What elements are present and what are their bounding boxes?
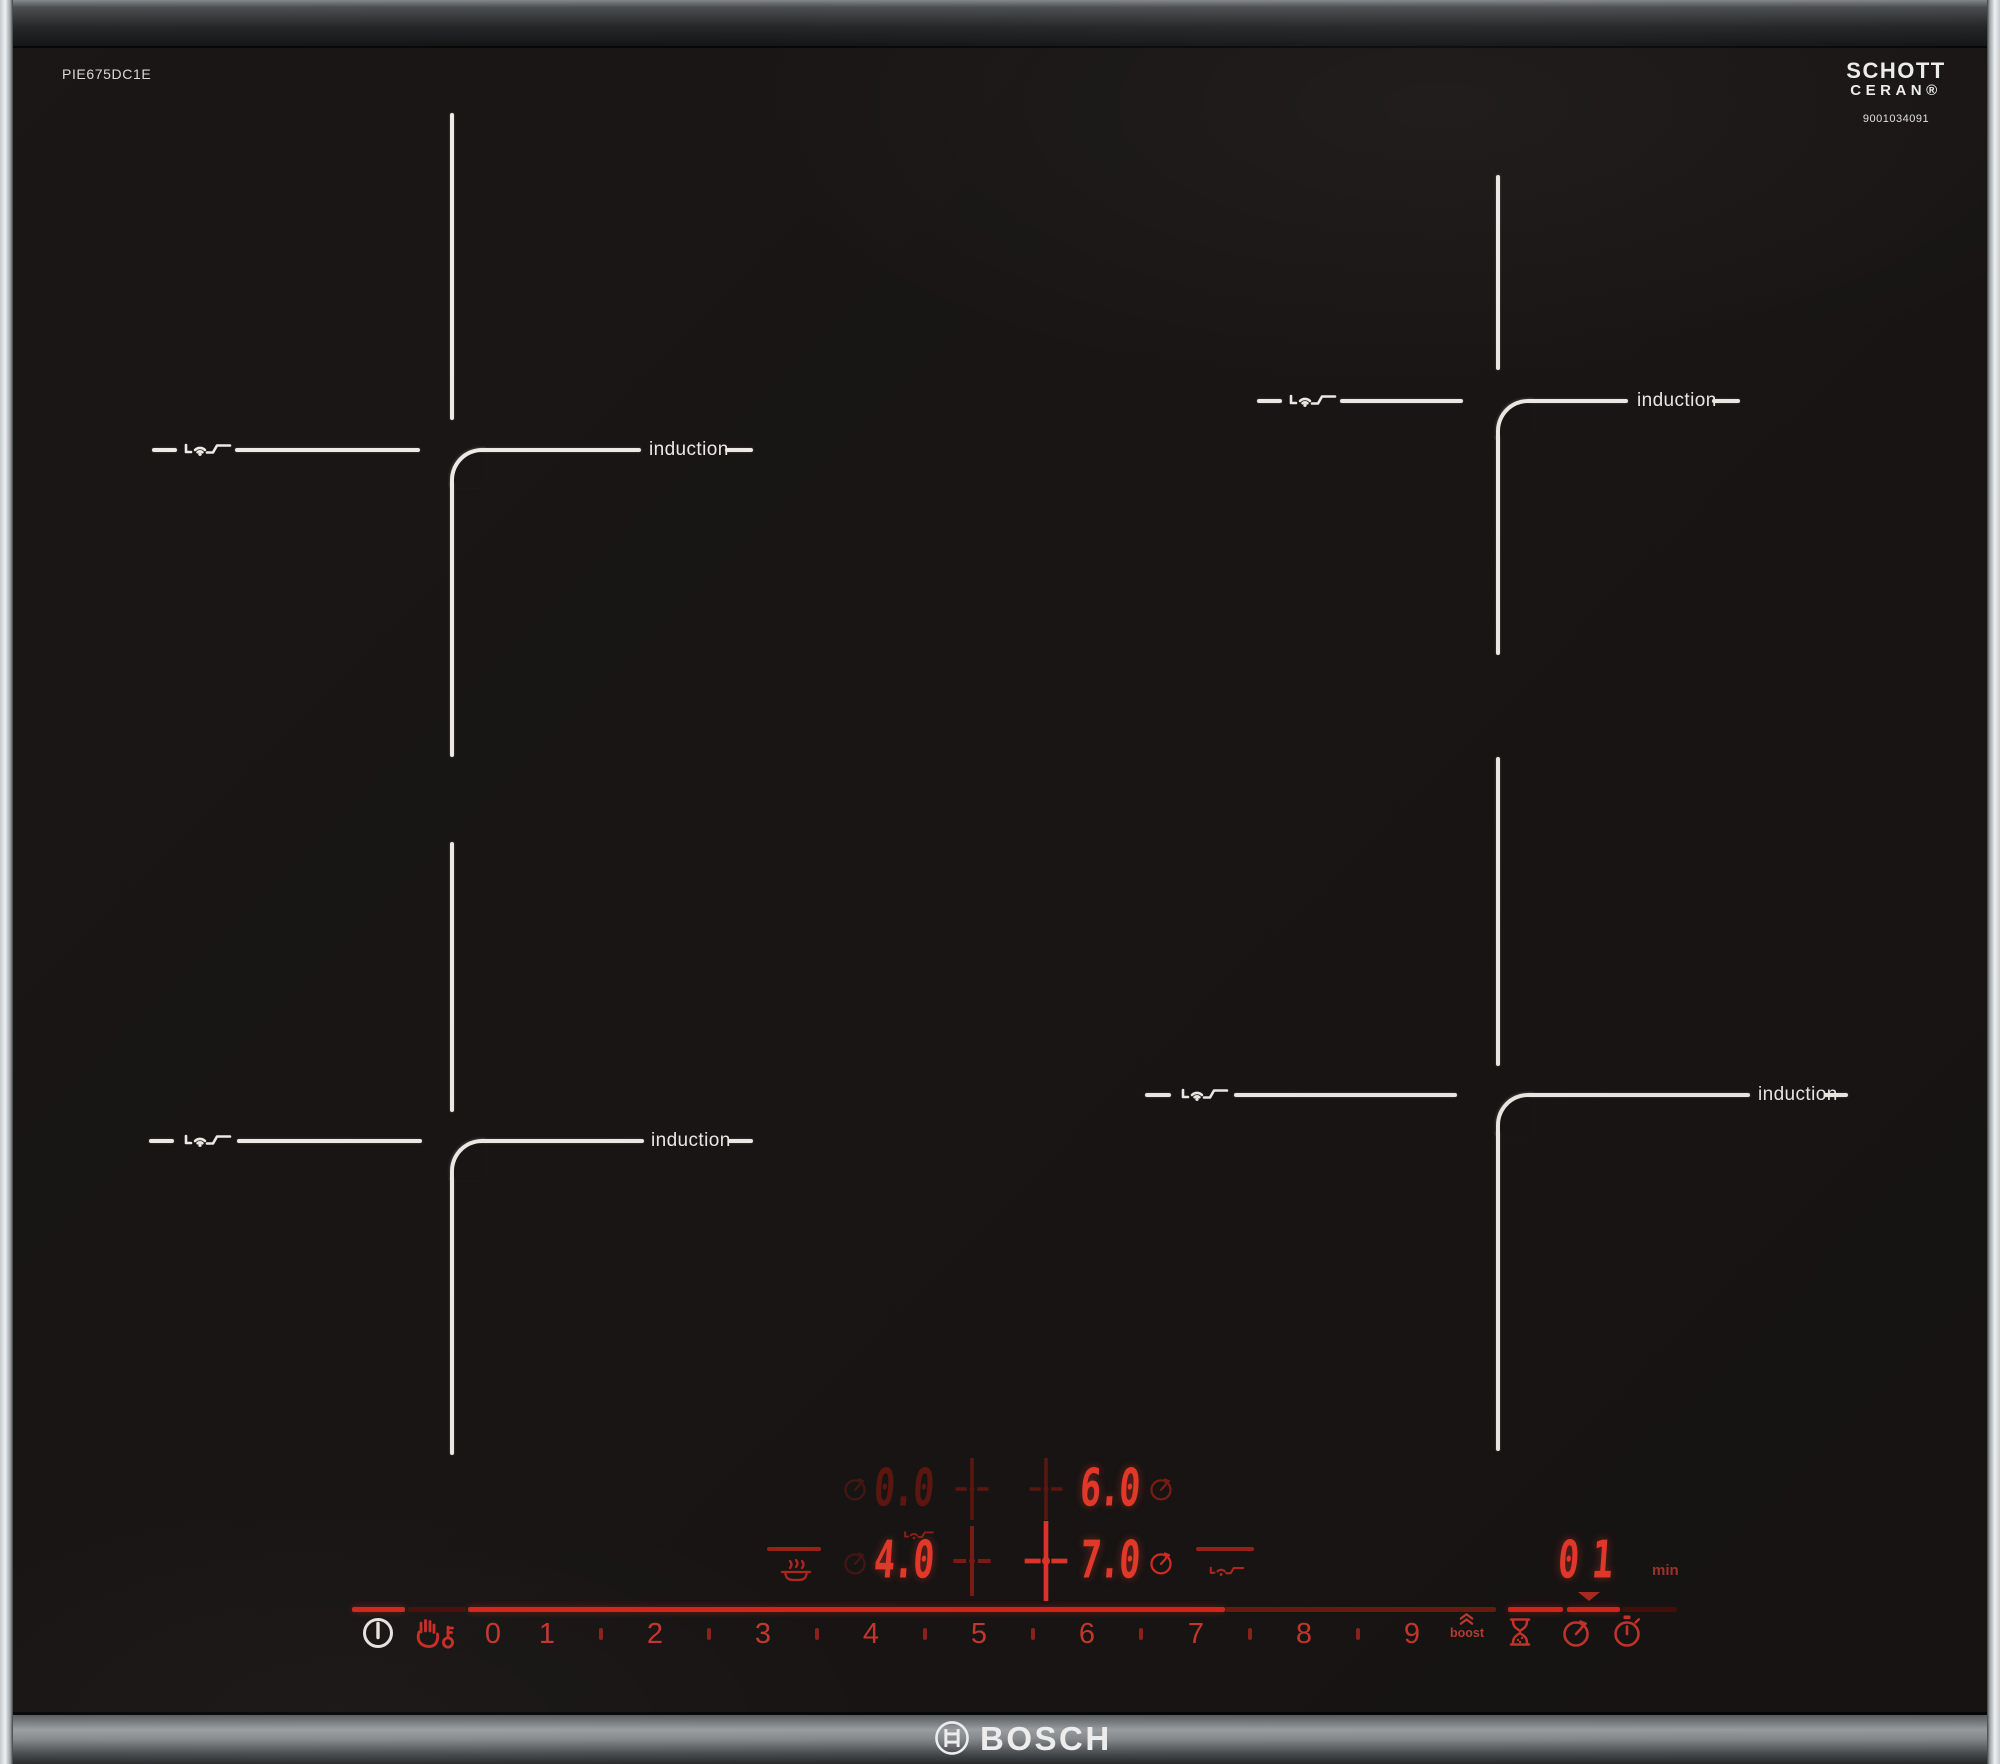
pan-detection-icon [1179, 1085, 1231, 1104]
timer-unit-label: min [1652, 1562, 1679, 1579]
slider-level-2[interactable]: 2 [635, 1616, 675, 1652]
timer-clock-icon [842, 1476, 868, 1502]
slider-tick[interactable] [1139, 1628, 1143, 1640]
top-bezel [0, 0, 2000, 48]
zone-level-display: 6.0 [1078, 1463, 1140, 1515]
zone-marking-corner [450, 1139, 486, 1181]
slider-level-6[interactable]: 6 [1067, 1616, 1107, 1652]
slider-tick[interactable] [923, 1628, 927, 1640]
control-bar-segment [352, 1607, 405, 1612]
zone-select-cross[interactable] [942, 1526, 1002, 1596]
slider-tick[interactable] [707, 1628, 711, 1640]
down-triangle-icon [1578, 1592, 1600, 1601]
pan-detection-icon [1208, 1564, 1246, 1578]
zone-marking-line [237, 1139, 422, 1143]
control-bar-segment [1567, 1607, 1620, 1612]
zone-marking-line [480, 448, 641, 452]
pan-detection-icon [183, 440, 233, 459]
zone-label: induction [1637, 390, 1717, 412]
slider-bar-inactive[interactable] [1225, 1607, 1496, 1612]
slider-level-9[interactable]: 9 [1392, 1616, 1432, 1652]
power-icon[interactable] [361, 1616, 395, 1650]
slider-tick[interactable] [815, 1628, 819, 1640]
keep-warm-line [767, 1547, 821, 1551]
control-bar-segment [408, 1607, 466, 1612]
timer-clock-icon [842, 1550, 868, 1576]
zone-marking-line [480, 1139, 644, 1143]
slider-tick[interactable] [599, 1628, 603, 1640]
hand-key-icon[interactable] [411, 1615, 457, 1652]
zone-marking-line [1496, 757, 1500, 1066]
zone-marking-line [1257, 399, 1282, 403]
zone-marking-line [1824, 1093, 1848, 1097]
model-number: PIE675DC1E [62, 66, 151, 82]
timer-clock-icon [1148, 1476, 1174, 1502]
control-bar-segment [1622, 1607, 1677, 1612]
pan-line [1196, 1547, 1254, 1551]
schott-logo-line1: SCHOTT [1826, 60, 1966, 82]
slider-level-5[interactable]: 5 [959, 1616, 999, 1652]
zone-marking-line [725, 448, 753, 452]
timer-display: 01 [1556, 1535, 1628, 1587]
zone-marking-line [1496, 435, 1500, 655]
zone-marking-line [1496, 175, 1500, 370]
pan-detection-icon [183, 1131, 233, 1150]
timer-clock-icon[interactable] [1561, 1618, 1591, 1648]
zone-marking-line [1145, 1093, 1171, 1097]
slider-level-0[interactable]: 0 [473, 1616, 513, 1652]
zone-label: induction [649, 439, 729, 461]
zone-marking-line [1340, 399, 1463, 403]
cooktop-surface: PIE675DC1E SCHOTT CERAN® 9001034091 indu… [0, 0, 2000, 1764]
slider-bar-active[interactable] [468, 1607, 1225, 1612]
zone-marking-line [450, 113, 454, 420]
zone-marking-corner [1496, 1093, 1534, 1137]
zone-marking-line [1528, 1093, 1750, 1097]
schott-logo-line2: CERAN® [1826, 82, 1966, 100]
zone-marking-line [1496, 1131, 1500, 1451]
pan-detection-icon [1288, 391, 1338, 410]
zone-marking-line [450, 482, 454, 757]
slider-level-3[interactable]: 3 [743, 1616, 783, 1652]
zone-select-cross[interactable] [942, 1458, 1002, 1520]
schott-ceran-logo: SCHOTT CERAN® 9001034091 [1826, 60, 1966, 125]
right-frame-edge [1987, 0, 2000, 1764]
zone-marking-line [149, 1139, 174, 1143]
slider-level-1[interactable]: 1 [527, 1616, 567, 1652]
left-frame-edge [0, 0, 13, 1764]
zone-marking-corner [450, 448, 486, 488]
boost-label[interactable]: boost [1443, 1626, 1491, 1640]
zone-marking-line [728, 1139, 753, 1143]
zone-select-cross[interactable] [1014, 1521, 1078, 1601]
zone-select-cross[interactable] [1016, 1458, 1076, 1520]
boost-chevrons-icon[interactable] [1458, 1612, 1475, 1626]
zone-marking-line [1234, 1093, 1457, 1097]
slider-tick[interactable] [1248, 1628, 1252, 1640]
zone-marking-line [1528, 399, 1628, 403]
zone-level-display: 4.0 [872, 1535, 934, 1587]
zone-marking-corner [1496, 399, 1534, 441]
zone-marking-line [152, 448, 177, 452]
slider-level-7[interactable]: 7 [1176, 1616, 1216, 1652]
zone-marking-line [1712, 399, 1740, 403]
slider-level-4[interactable]: 4 [851, 1616, 891, 1652]
zone-marking-line [235, 448, 420, 452]
stopwatch-icon[interactable] [1611, 1614, 1643, 1650]
zone-level-display: 0.0 [872, 1463, 934, 1515]
zone-level-display: 7.0 [1078, 1535, 1140, 1587]
bosch-emblem-icon [934, 1720, 970, 1756]
plate-code: 9001034091 [1826, 113, 1966, 125]
zone-label: induction [651, 1130, 731, 1152]
slider-level-8[interactable]: 8 [1284, 1616, 1324, 1652]
slider-tick[interactable] [1031, 1628, 1035, 1640]
hourglass-icon[interactable] [1507, 1617, 1533, 1647]
bosch-logo-text: BOSCH [980, 1722, 1112, 1756]
control-bar-segment [1508, 1607, 1563, 1612]
zone-marking-line [450, 842, 454, 1112]
timer-clock-icon [1148, 1550, 1174, 1576]
slider-tick[interactable] [1356, 1628, 1360, 1640]
keep-warm-icon[interactable] [779, 1558, 813, 1586]
zone-marking-line [450, 1177, 454, 1455]
